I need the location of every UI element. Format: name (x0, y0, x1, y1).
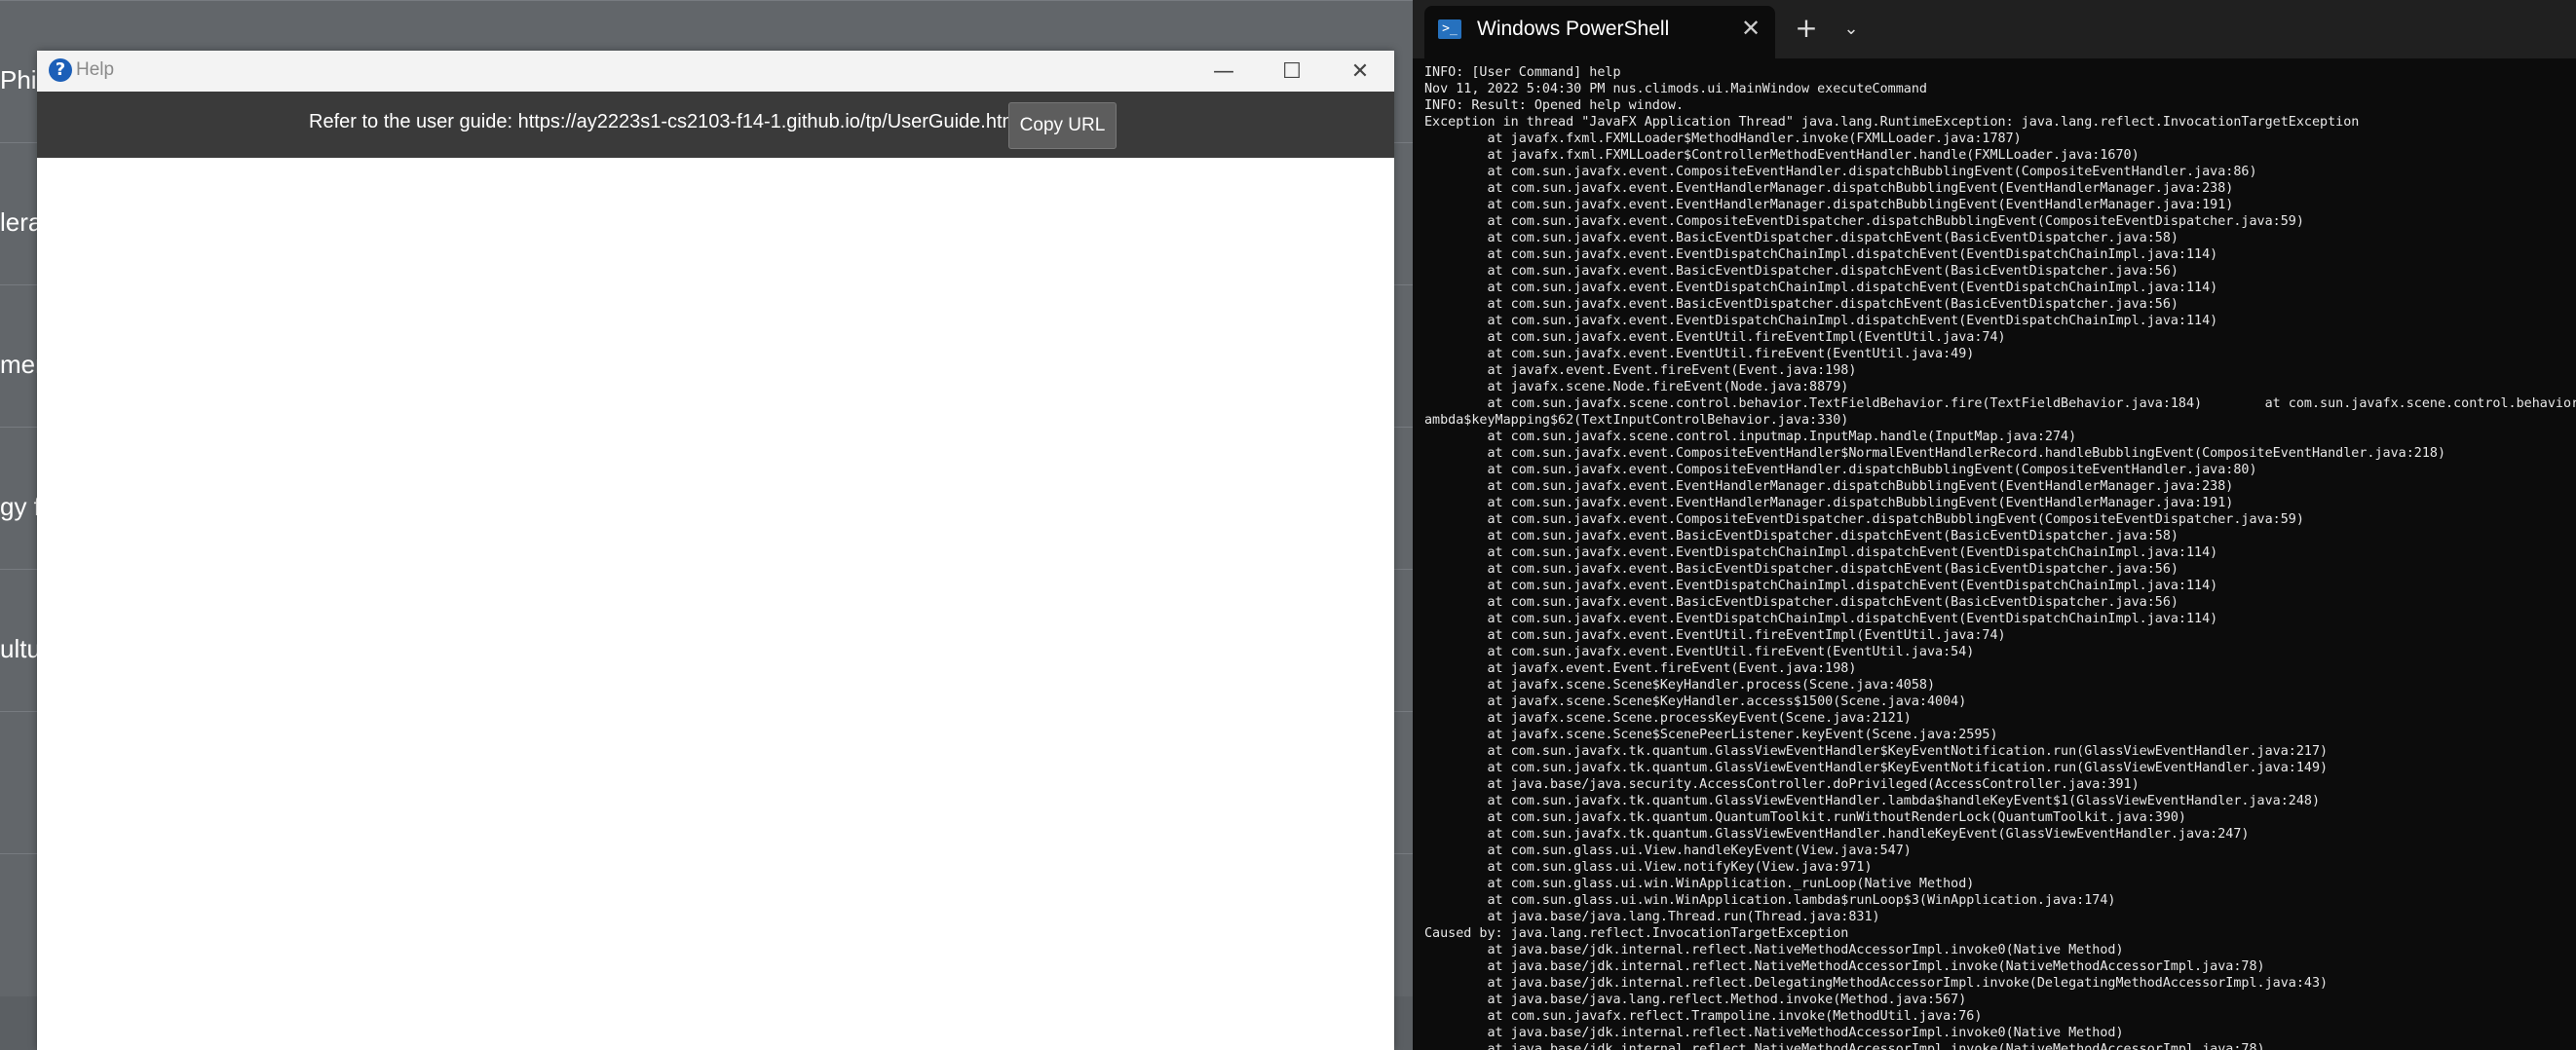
terminal-line: at com.sun.javafx.event.BasicEventDispat… (1424, 529, 2178, 544)
terminal-line: at com.sun.javafx.scene.control.inputmap… (1424, 430, 2077, 444)
minimize-button[interactable]: — (1190, 51, 1258, 92)
tab-dropdown-button[interactable]: ⌄ (1834, 14, 1869, 45)
terminal-line: at com.sun.glass.ui.View.handleKeyEvent(… (1424, 844, 1912, 858)
terminal-line: at javafx.fxml.FXMLLoader$MethodHandler.… (1424, 131, 2022, 146)
terminal-line: at com.sun.javafx.tk.quantum.GlassViewEv… (1424, 744, 2329, 759)
help-titlebar[interactable]: ? Help — ☐ ✕ (37, 51, 1394, 92)
terminal-line: at java.base/jdk.internal.reflect.Delega… (1424, 976, 2329, 991)
window-title: Help (76, 59, 115, 80)
terminal-line: at com.sun.glass.ui.View.notifyKey(View.… (1424, 860, 1873, 875)
terminal-line: at com.sun.javafx.event.BasicEventDispat… (1424, 562, 2178, 577)
powershell-icon: >_ (1438, 19, 1461, 39)
terminal-line: at java.base/jdk.internal.reflect.Native… (1424, 1026, 2124, 1040)
terminal-line: at java.base/jdk.internal.reflect.Native… (1424, 1042, 2265, 1050)
close-icon: ✕ (1350, 58, 1370, 84)
terminal-line: at com.sun.javafx.event.EventUtil.fireEv… (1424, 628, 2006, 643)
terminal-line: Caused by: java.lang.reflect.InvocationT… (1424, 926, 1849, 941)
terminal-output[interactable]: INFO: [User Command] help Nov 11, 2022 5:… (1424, 64, 2576, 1050)
maximize-icon: ☐ (1282, 58, 1302, 84)
terminal-line: at com.sun.javafx.event.EventDispatchCha… (1424, 281, 2218, 295)
terminal-line: at com.sun.javafx.event.EventDispatchCha… (1424, 579, 2218, 593)
terminal-line: at com.sun.javafx.tk.quantum.GlassViewEv… (1424, 794, 2321, 808)
terminal-line: at javafx.scene.Scene$ScenePeerListener.… (1424, 728, 1998, 742)
plus-icon: + (1795, 12, 1818, 44)
terminal-line: at com.sun.javafx.event.EventUtil.fireEv… (1424, 347, 1975, 361)
terminal-line: at com.sun.javafx.event.BasicEventDispat… (1424, 231, 2178, 245)
terminal-line: at java.base/java.lang.Thread.run(Thread… (1424, 910, 1880, 924)
tab-bar: >_ Windows PowerShell ✕ + ⌄ (1413, 0, 2576, 58)
chevron-down-icon: ⌄ (1843, 19, 1859, 39)
terminal-line: at javafx.fxml.FXMLLoader$ControllerMeth… (1424, 148, 2140, 163)
terminal-line: at com.sun.javafx.tk.quantum.QuantumTool… (1424, 810, 2186, 825)
copy-url-button[interactable]: Copy URL (1008, 102, 1117, 149)
terminal-line: ambda$keyMapping$62(TextInputControlBeha… (1424, 413, 1849, 428)
terminal-line: at com.sun.javafx.event.BasicEventDispat… (1424, 595, 2178, 610)
terminal-line: at com.sun.javafx.event.EventDispatchCha… (1424, 247, 2218, 262)
terminal-line: at javafx.scene.Scene$KeyHandler.access$… (1424, 694, 1967, 709)
terminal-line: at com.sun.javafx.event.EventHandlerMana… (1424, 496, 2234, 510)
terminal-line: INFO: [User Command] help (1424, 65, 1621, 80)
terminal-line: INFO: Result: Opened help window. (1424, 98, 1685, 113)
list-item-label: ultu (0, 634, 41, 663)
terminal-line: at javafx.scene.Scene.processKeyEvent(Sc… (1424, 711, 1912, 726)
terminal-line: at java.base/jdk.internal.reflect.Native… (1424, 959, 2265, 974)
close-button[interactable]: ✕ (1326, 51, 1394, 92)
terminal-line: at com.sun.javafx.event.CompositeEventDi… (1424, 214, 2304, 229)
tab-windows-powershell[interactable]: >_ Windows PowerShell ✕ (1424, 6, 1775, 58)
terminal-line: at com.sun.javafx.event.EventHandlerMana… (1424, 198, 2234, 212)
help-icon: ? (49, 58, 72, 82)
minimize-icon: — (1213, 58, 1234, 84)
terminal-line: at com.sun.javafx.tk.quantum.GlassViewEv… (1424, 827, 2250, 842)
terminal-line: at com.sun.javafx.event.CompositeEventHa… (1424, 463, 2257, 477)
terminal-line: at java.base/jdk.internal.reflect.Native… (1424, 943, 2124, 957)
terminal-line: at com.sun.javafx.event.BasicEventDispat… (1424, 297, 2178, 312)
new-tab-button[interactable]: + (1789, 14, 1824, 45)
list-item-label: gy f (0, 492, 41, 521)
tab-close-button[interactable]: ✕ (1736, 14, 1765, 43)
terminal-line: at com.sun.javafx.event.CompositeEventHa… (1424, 446, 2446, 461)
help-message-bar: Refer to the user guide: https://ay2223s… (37, 92, 1394, 158)
terminal-line: at com.sun.glass.ui.win.WinApplication._… (1424, 877, 1975, 891)
terminal-line: at com.sun.javafx.event.EventHandlerMana… (1424, 181, 2234, 196)
terminal-line: at com.sun.javafx.event.EventDispatchCha… (1424, 314, 2218, 328)
terminal-line: at javafx.scene.Node.fireEvent(Node.java… (1424, 380, 1849, 394)
terminal-line: Nov 11, 2022 5:04:30 PM nus.climods.ui.M… (1424, 82, 1927, 96)
terminal-window: >_ Windows PowerShell ✕ + ⌄ INFO: [User … (1413, 0, 2576, 1050)
terminal-line: at com.sun.javafx.event.EventDispatchCha… (1424, 612, 2218, 626)
terminal-line: at javafx.scene.Scene$KeyHandler.process… (1424, 678, 1936, 693)
close-icon: ✕ (1740, 15, 1762, 42)
terminal-line: at java.base/java.lang.reflect.Method.in… (1424, 993, 1967, 1007)
maximize-button[interactable]: ☐ (1258, 51, 1326, 92)
help-window: ? Help — ☐ ✕ Refer to the user guide: ht… (37, 51, 1394, 1050)
terminal-line: Exception in thread "JavaFX Application … (1424, 115, 2360, 130)
terminal-line: at javafx.event.Event.fireEvent(Event.ja… (1424, 363, 1857, 378)
terminal-line: at java.base/java.security.AccessControl… (1424, 777, 2140, 792)
tab-title: Windows PowerShell (1477, 18, 1670, 40)
terminal-line: at com.sun.javafx.event.EventUtil.fireEv… (1424, 645, 1975, 659)
terminal-line: at com.sun.javafx.event.CompositeEventDi… (1424, 512, 2304, 527)
terminal-line: at com.sun.javafx.event.CompositeEventHa… (1424, 165, 2257, 179)
terminal-line: at com.sun.javafx.event.EventDispatchCha… (1424, 545, 2218, 560)
help-content-area (37, 158, 1394, 1050)
terminal-line: at com.sun.javafx.scene.control.behavior… (1424, 396, 2576, 411)
terminal-line: at com.sun.glass.ui.win.WinApplication.l… (1424, 893, 2116, 908)
terminal-line: at com.sun.javafx.tk.quantum.GlassViewEv… (1424, 761, 2329, 775)
terminal-line: at javafx.event.Event.fireEvent(Event.ja… (1424, 661, 1857, 676)
terminal-line: at com.sun.javafx.event.BasicEventDispat… (1424, 264, 2178, 279)
terminal-line: at com.sun.javafx.event.EventUtil.fireEv… (1424, 330, 2006, 345)
user-guide-message: Refer to the user guide: https://ay2223s… (309, 111, 1023, 132)
terminal-line: at com.sun.javafx.event.EventHandlerMana… (1424, 479, 2234, 494)
terminal-line: at com.sun.javafx.reflect.Trampoline.inv… (1424, 1009, 1983, 1024)
